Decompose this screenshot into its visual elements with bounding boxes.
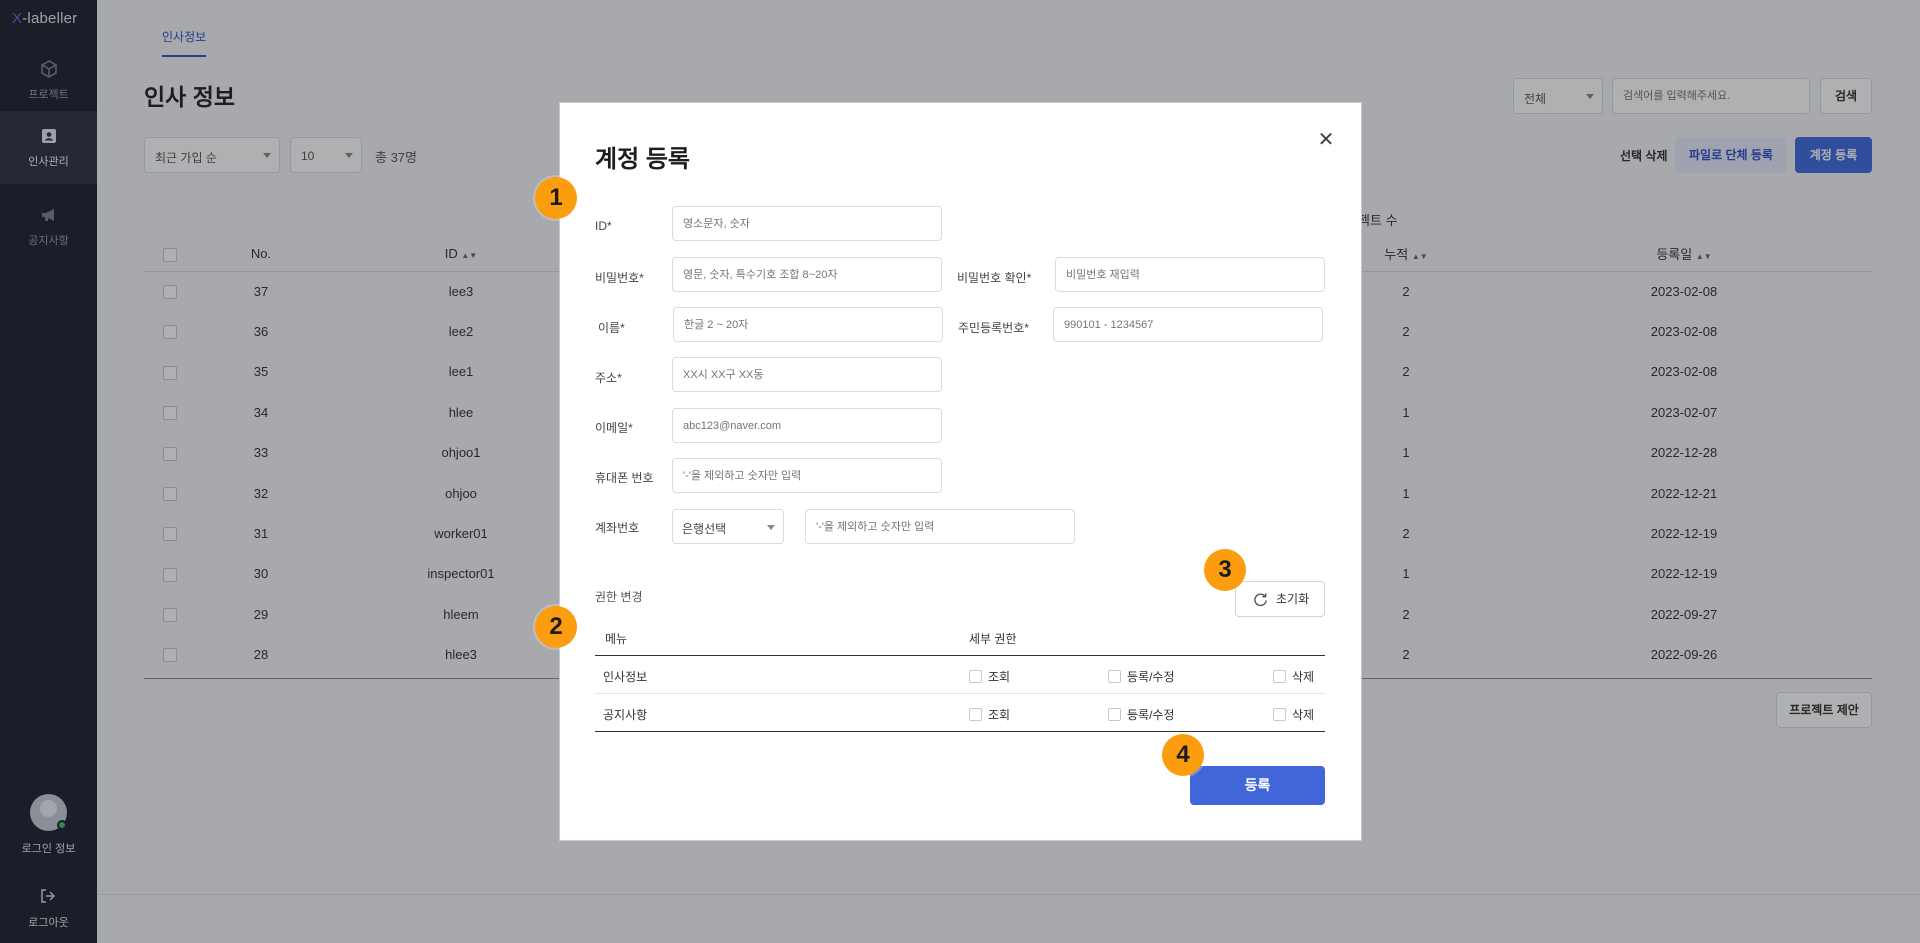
checkbox-label: 삭제 bbox=[1292, 670, 1315, 684]
checkbox-label: 삭제 bbox=[1292, 708, 1315, 722]
view-checkbox[interactable]: 조회 bbox=[969, 668, 1010, 685]
permission-menu-name: 공지사항 bbox=[603, 708, 648, 722]
modal-title: 계정 등록 bbox=[595, 146, 690, 173]
password-label: 비밀번호* bbox=[595, 271, 644, 285]
delete-checkbox[interactable]: 삭제 bbox=[1273, 706, 1314, 723]
delete-checkbox[interactable]: 삭제 bbox=[1273, 668, 1314, 685]
refresh-icon bbox=[1254, 593, 1267, 607]
account-register-modal: 계정 등록 ✕ ID* 비밀번호* 비밀번호 확인* 이름* 주민등록번호* 주… bbox=[559, 102, 1362, 841]
account-label: 계좌번호 bbox=[595, 521, 640, 535]
reset-label: 초기화 bbox=[1276, 592, 1310, 606]
checkbox-label: 조회 bbox=[988, 708, 1011, 722]
checkbox-box[interactable] bbox=[969, 708, 982, 721]
name-label: 이름* bbox=[598, 321, 625, 335]
password-confirm-field[interactable] bbox=[1055, 257, 1325, 292]
callout-marker-1: 1 bbox=[535, 177, 577, 219]
permission-header-row: 메뉴 세부 권한 bbox=[595, 618, 1325, 656]
name-field[interactable] bbox=[673, 307, 943, 342]
submit-button[interactable]: 등록 bbox=[1190, 766, 1325, 805]
checkbox-box[interactable] bbox=[969, 670, 982, 683]
col-menu-label: 메뉴 bbox=[605, 632, 628, 646]
checkbox-box[interactable] bbox=[1273, 670, 1286, 683]
bank-select[interactable]: 은행선택 bbox=[672, 509, 784, 544]
col-detail-label: 세부 권한 bbox=[969, 632, 1017, 646]
checkbox-label: 조회 bbox=[988, 670, 1011, 684]
permission-label: 권한 변경 bbox=[595, 590, 643, 604]
permission-row: 공지사항 조회 등록/수정 삭제 bbox=[595, 694, 1325, 732]
checkbox-label: 등록/수정 bbox=[1127, 670, 1175, 684]
phone-field[interactable] bbox=[672, 458, 942, 493]
checkbox-box[interactable] bbox=[1108, 670, 1121, 683]
callout-marker-2: 2 bbox=[535, 606, 577, 648]
checkbox-box[interactable] bbox=[1273, 708, 1286, 721]
id-label: ID* bbox=[595, 219, 612, 233]
password-confirm-label: 비밀번호 확인* bbox=[957, 271, 1032, 285]
bank-select-value: 은행선택 bbox=[682, 522, 727, 536]
phone-label: 휴대폰 번호 bbox=[595, 471, 654, 485]
email-field[interactable] bbox=[672, 408, 942, 443]
callout-marker-4: 4 bbox=[1162, 734, 1204, 776]
id-field[interactable] bbox=[672, 206, 942, 241]
checkbox-box[interactable] bbox=[1108, 708, 1121, 721]
permission-row: 인사정보 조회 등록/수정 삭제 bbox=[595, 656, 1325, 694]
password-field[interactable] bbox=[672, 257, 942, 292]
account-number-field[interactable] bbox=[805, 509, 1075, 544]
callout-marker-3: 3 bbox=[1204, 549, 1246, 591]
permission-menu-name: 인사정보 bbox=[603, 670, 648, 684]
rrn-label: 주민등록번호* bbox=[958, 321, 1029, 335]
permission-table: 메뉴 세부 권한 인사정보 조회 등록/수정 삭제 공지사항 조회 등록/수정 … bbox=[595, 618, 1325, 732]
close-icon[interactable]: ✕ bbox=[1317, 130, 1335, 150]
address-label: 주소* bbox=[595, 371, 622, 385]
chevron-down-icon bbox=[767, 525, 775, 530]
address-field[interactable] bbox=[672, 357, 942, 392]
checkbox-label: 등록/수정 bbox=[1127, 708, 1175, 722]
edit-checkbox[interactable]: 등록/수정 bbox=[1108, 706, 1175, 723]
rrn-field[interactable] bbox=[1053, 307, 1323, 342]
edit-checkbox[interactable]: 등록/수정 bbox=[1108, 668, 1175, 685]
view-checkbox[interactable]: 조회 bbox=[969, 706, 1010, 723]
email-label: 이메일* bbox=[595, 421, 633, 435]
reset-button[interactable]: 초기화 bbox=[1235, 581, 1325, 617]
